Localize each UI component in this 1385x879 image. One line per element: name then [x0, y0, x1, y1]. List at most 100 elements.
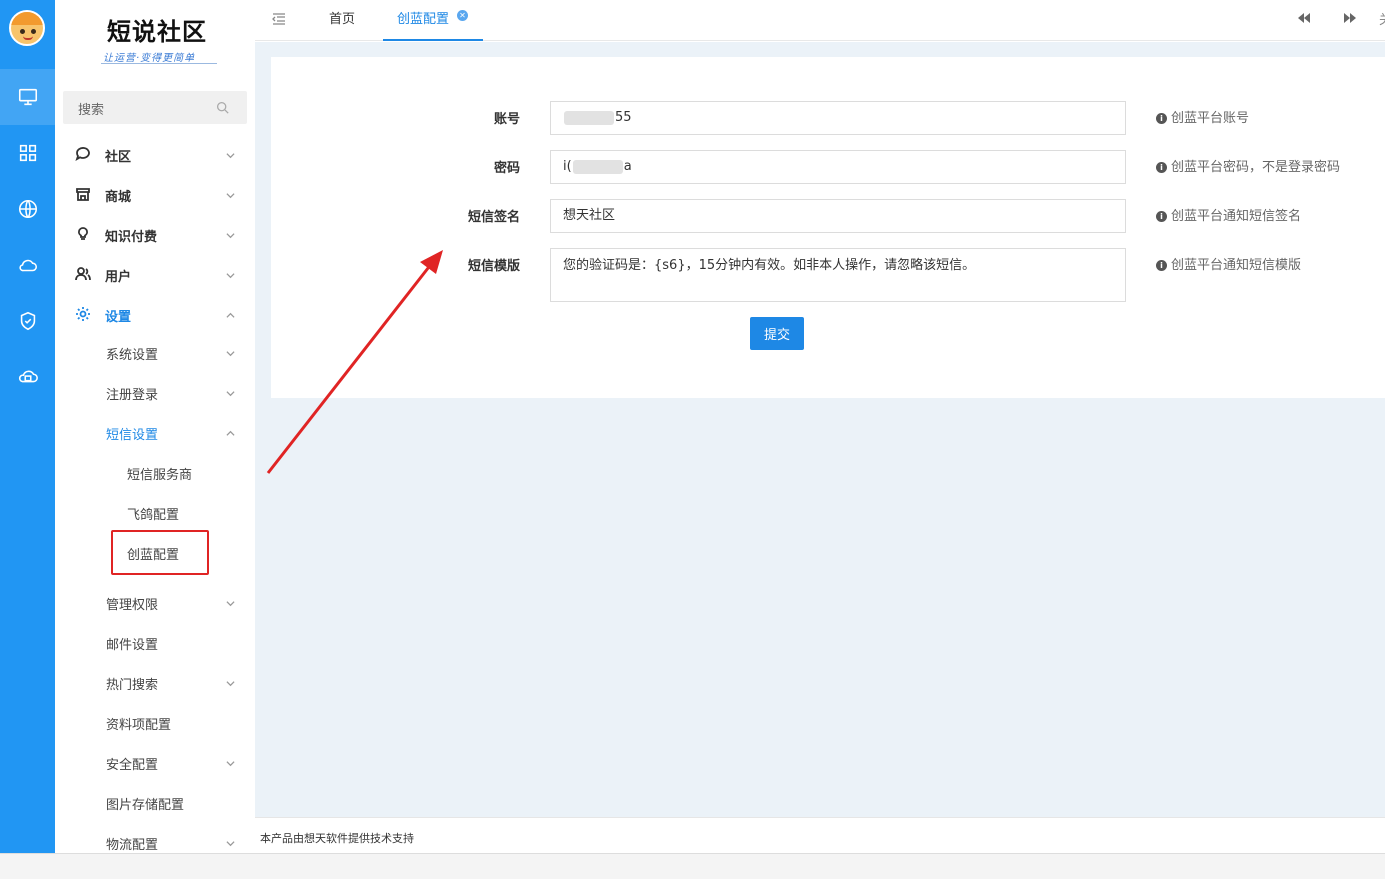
submenu-label: 资料项配置: [106, 718, 172, 733]
chevron-down-icon: [226, 347, 235, 357]
search-placeholder: 搜索: [78, 103, 105, 118]
sms-template-hint: i 创蓝平台通知短信模版: [1156, 254, 1301, 273]
highlight-box: [111, 530, 209, 575]
tab-scroll-right-icon[interactable]: [1343, 11, 1357, 25]
tab-close-menu-partial[interactable]: 关: [1379, 9, 1385, 28]
submenu-sms-settings[interactable]: 短信设置: [55, 412, 255, 452]
bottom-strip: [0, 853, 1385, 879]
password-label: 密码: [493, 161, 520, 176]
monitor-icon[interactable]: [0, 69, 55, 125]
chevron-down-icon: [226, 229, 235, 239]
submenu-system-settings[interactable]: 系统设置: [55, 332, 255, 372]
menu-label: 用户: [105, 270, 132, 285]
submenu-label: 安全配置: [106, 758, 159, 773]
menu-label: 社区: [105, 150, 132, 165]
submenu-security-config[interactable]: 安全配置: [55, 742, 255, 782]
submenu-image-storage[interactable]: 图片存储配置: [55, 782, 255, 822]
redacted-mask: [572, 159, 623, 174]
search-input[interactable]: 搜索: [63, 91, 247, 124]
info-icon: i: [1156, 113, 1167, 124]
submenu-feige-config[interactable]: 飞鸽配置: [55, 492, 255, 532]
chevron-up-icon: [226, 309, 235, 318]
menu-users[interactable]: 用户: [55, 254, 255, 294]
menu-community[interactable]: 社区: [55, 134, 255, 174]
chevron-down-icon: [226, 597, 235, 607]
store-icon: [75, 186, 91, 202]
menu-label: 商城: [105, 190, 132, 205]
users-icon: [75, 266, 91, 282]
sms-template-textarea[interactable]: 您的验证码是：{s6}，15分钟内有效。如非本人操作，请忽略该短信。: [550, 248, 1126, 302]
submenu-label: 热门搜索: [106, 678, 159, 693]
cloud-storage-icon[interactable]: [0, 349, 55, 405]
footer-text: 本产品由想天软件提供技术支持: [260, 832, 414, 845]
submenu-permissions[interactable]: 管理权限: [55, 582, 255, 622]
submenu-label: 飞鸽配置: [127, 508, 180, 523]
close-icon[interactable]: ✕: [457, 10, 468, 21]
submenu-hot-search[interactable]: 热门搜索: [55, 662, 255, 702]
chat-icon: [75, 146, 91, 162]
tab-home[interactable]: 首页: [315, 0, 375, 41]
gear-icon: [75, 306, 91, 322]
sms-signature-hint: i 创蓝平台通知短信签名: [1156, 205, 1301, 224]
submenu-label: 短信服务商: [127, 468, 193, 483]
chevron-down-icon: [226, 387, 235, 397]
menu-mall[interactable]: 商城: [55, 174, 255, 214]
sms-signature-input[interactable]: 想天社区: [550, 199, 1126, 233]
account-hint: i 创蓝平台账号: [1156, 107, 1249, 126]
chevron-down-icon: [226, 269, 235, 279]
sms-template-label: 短信模版: [467, 259, 520, 274]
search-icon: [216, 101, 229, 114]
chevron-down-icon: [226, 189, 235, 199]
submenu-label: 系统设置: [106, 348, 159, 363]
logo-underline: [101, 63, 217, 64]
menu-knowledge-pay[interactable]: 知识付费: [55, 214, 255, 254]
chevron-down-icon: [226, 837, 235, 847]
submenu-mail-settings[interactable]: 邮件设置: [55, 622, 255, 662]
submenu-label: 邮件设置: [106, 638, 159, 653]
logo-subtitle: 让运营·变得更简单: [103, 53, 196, 64]
chevron-down-icon: [226, 757, 235, 767]
logo-title: 短说社区: [107, 17, 207, 46]
icon-rail: [0, 0, 55, 853]
globe-icon[interactable]: [0, 181, 55, 237]
fold-menu-icon[interactable]: [272, 12, 288, 26]
tab-chuanglan-config[interactable]: 创蓝配置 ✕: [383, 0, 483, 41]
password-input[interactable]: i(a: [550, 150, 1126, 184]
tab-label: 首页: [329, 12, 356, 27]
info-icon: i: [1156, 211, 1167, 222]
account-input[interactable]: 55: [550, 101, 1126, 135]
chevron-up-icon: [226, 427, 235, 436]
grid-icon[interactable]: [0, 125, 55, 181]
menu-label: 知识付费: [105, 230, 158, 245]
footer: 本产品由想天软件提供技术支持: [255, 817, 1385, 853]
cloud-icon[interactable]: [0, 237, 55, 293]
submenu-label: 注册登录: [106, 388, 159, 403]
config-form-card: 账号 55 i 创蓝平台账号 密码 i(a i 创蓝平台密码，不是登录密码 短信签名…: [271, 57, 1385, 398]
chevron-down-icon: [226, 677, 235, 687]
menu-label: 设置: [105, 310, 132, 325]
tab-label: 创蓝配置: [397, 12, 450, 27]
submit-button[interactable]: 提交: [750, 317, 804, 350]
chevron-down-icon: [226, 149, 235, 159]
info-icon: i: [1156, 162, 1167, 173]
bulb-icon: [75, 226, 91, 242]
tab-scroll-left-icon[interactable]: [1297, 11, 1311, 25]
info-icon: i: [1156, 260, 1167, 271]
main-content: 账号 55 i 创蓝平台账号 密码 i(a i 创蓝平台密码，不是登录密码 短信签名…: [255, 42, 1385, 817]
submenu-label: 图片存储配置: [106, 798, 185, 813]
menu-settings[interactable]: 设置: [55, 294, 255, 334]
account-label: 账号: [493, 112, 520, 127]
sms-signature-label: 短信签名: [467, 210, 520, 225]
shield-check-icon[interactable]: [0, 293, 55, 349]
redacted-mask: [564, 110, 614, 125]
submenu-sms-provider[interactable]: 短信服务商: [55, 452, 255, 492]
submenu-register-login[interactable]: 注册登录: [55, 372, 255, 412]
top-bar: 首页 创蓝配置 ✕ 关: [255, 0, 1385, 41]
password-hint: i 创蓝平台密码，不是登录密码: [1156, 156, 1340, 175]
submenu-profile-fields[interactable]: 资料项配置: [55, 702, 255, 742]
avatar[interactable]: [9, 10, 45, 46]
sidebar: 短说社区 让运营·变得更简单 搜索 社区 商城 知识付费 用户 设置 系统设置 …: [55, 0, 255, 853]
submenu-label: 管理权限: [106, 598, 159, 613]
submenu-label: 短信设置: [106, 428, 159, 443]
submenu-label: 物流配置: [106, 838, 159, 853]
